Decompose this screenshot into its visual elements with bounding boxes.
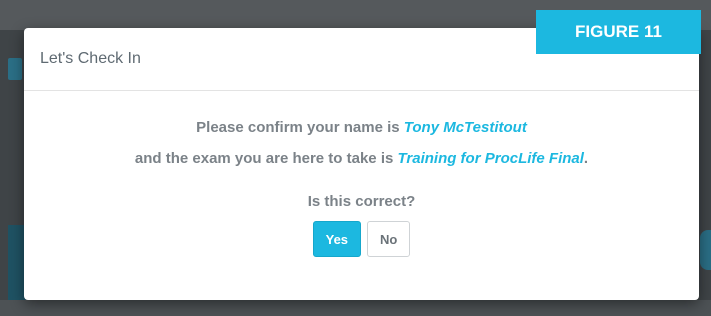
candidate-name: Tony McTestitout	[403, 119, 527, 136]
modal-title: Let's Check In	[40, 50, 141, 67]
confirm-question: Is this correct?	[307, 193, 416, 210]
exam-confirmation: and the exam you are here to take is Tra…	[24, 150, 699, 167]
exam-prompt: and the exam you are here to take is	[134, 150, 398, 167]
button-group: Yes No	[24, 221, 699, 257]
modal-body: Please confirm your name is Tony McTesti…	[24, 119, 699, 257]
name-prompt: Please confirm your name is	[196, 119, 404, 136]
exam-name: Training for ProcLife Final	[397, 150, 584, 167]
yes-button[interactable]: Yes	[312, 221, 362, 257]
figure-label: FIGURE 11	[536, 10, 701, 54]
exam-period: .	[583, 150, 589, 167]
name-confirmation: Please confirm your name is Tony McTesti…	[24, 119, 699, 136]
no-button[interactable]: No	[367, 221, 411, 257]
background-footer	[0, 300, 711, 316]
check-in-modal: Let's Check In Please confirm your name …	[24, 28, 699, 300]
background-tab	[8, 58, 22, 80]
background-button	[700, 230, 711, 270]
